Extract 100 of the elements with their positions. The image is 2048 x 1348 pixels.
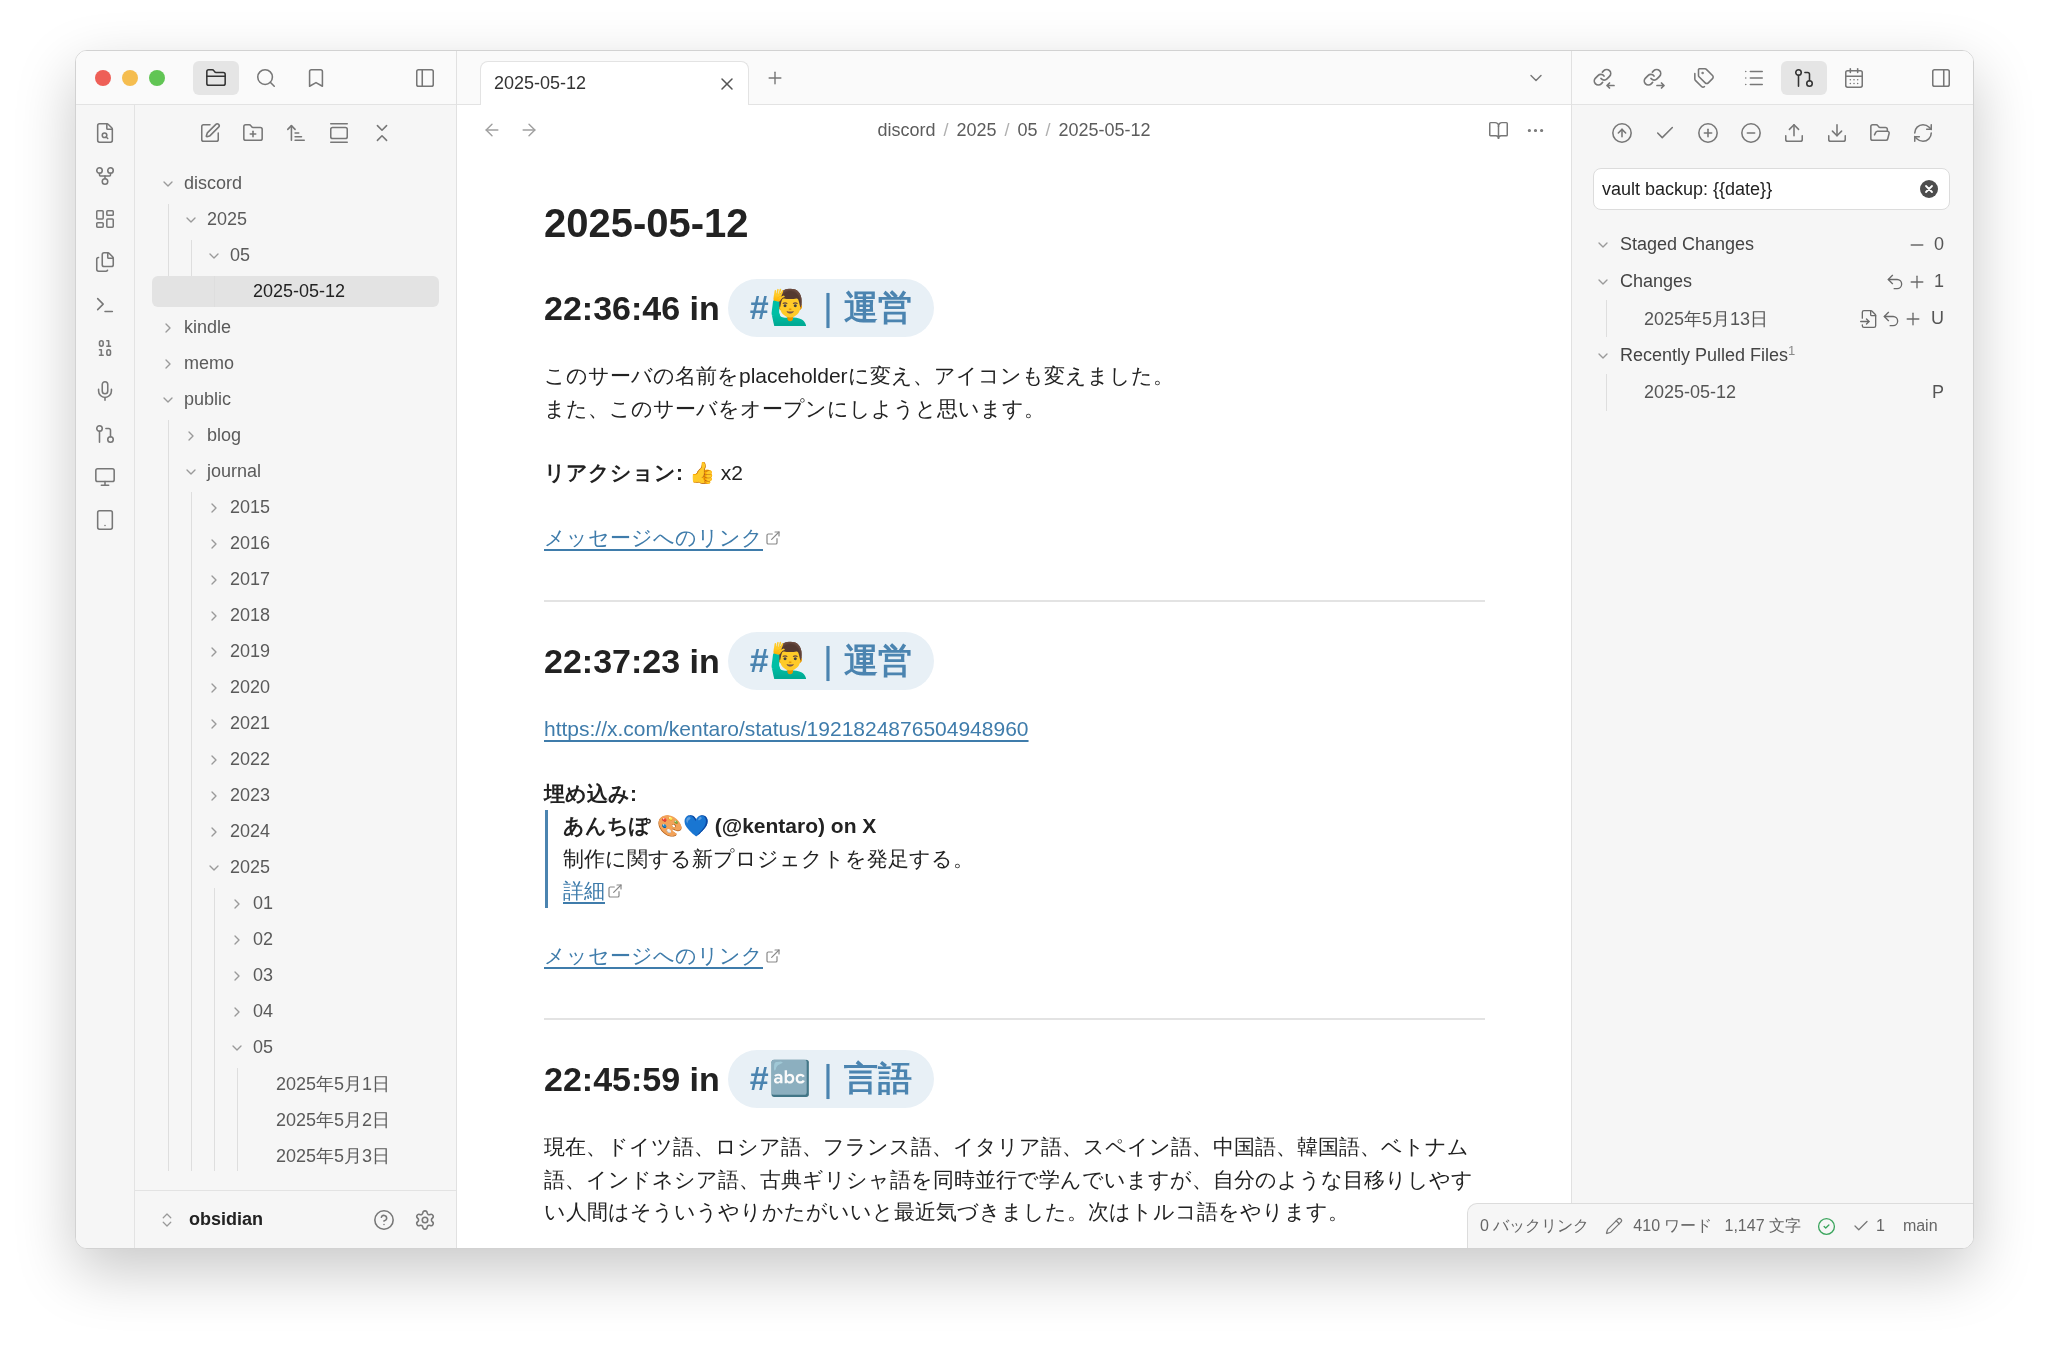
paragraph-line: このサーバの名前をplaceholderに変え、アイコンも変えました。 — [544, 363, 1175, 389]
section-heading: 22:36:46 in — [544, 288, 720, 328]
monitor-icon[interactable] — [94, 466, 116, 488]
edit-icon[interactable] — [198, 122, 221, 144]
folder-plus-icon[interactable] — [241, 122, 264, 144]
folder-item[interactable]: 2018 — [152, 600, 439, 631]
file-item[interactable]: 2025年5月3日 — [152, 1140, 439, 1171]
external-link-icon — [607, 883, 623, 900]
folder-item[interactable]: 01 — [152, 888, 439, 919]
upload-icon[interactable] — [1783, 122, 1805, 144]
changed-file[interactable]: 2025年5月13日 — [1644, 306, 1769, 331]
breadcrumb-separator: / — [1004, 119, 1010, 141]
commit-message-field[interactable]: vault backup: {{date}} — [1593, 168, 1950, 210]
clear-icon[interactable] — [1920, 180, 1938, 198]
change-count: 0 — [1934, 234, 1944, 255]
file-search-icon[interactable] — [94, 122, 116, 144]
zoom-button[interactable] — [149, 69, 165, 86]
folder-item[interactable]: 2019 — [152, 636, 439, 667]
folder-item[interactable]: memo — [152, 348, 439, 379]
embed-description: 制作に関する新プロジェクトを発足する。 — [563, 845, 975, 872]
details-link[interactable]: 詳細 — [563, 875, 623, 908]
folder-item[interactable]: 2023 — [152, 780, 439, 811]
git-branch-icon[interactable] — [94, 423, 116, 445]
folder-item[interactable]: 2025 — [152, 852, 439, 883]
download-icon[interactable] — [1826, 122, 1848, 144]
file-item[interactable]: 2025年5月1日 — [152, 1068, 439, 1099]
file-item[interactable]: 2025-05-12 — [152, 276, 439, 307]
pencil-icon[interactable] — [1605, 1217, 1624, 1235]
external-link-icon — [765, 529, 781, 546]
folder-icon[interactable] — [1869, 122, 1891, 144]
section-heading: 22:45:59 in — [544, 1059, 720, 1099]
folder-item[interactable]: 2024 — [152, 816, 439, 847]
folder-item[interactable]: public — [152, 384, 439, 415]
paragraph: リアクション: 👍 x2 — [544, 460, 744, 486]
folder-item[interactable]: 2016 — [152, 528, 439, 559]
message-link[interactable]: メッセージへのリンク — [544, 939, 781, 972]
folder-item[interactable]: 2025 — [152, 204, 439, 235]
close-button[interactable] — [95, 69, 111, 86]
refresh-icon[interactable] — [1912, 122, 1934, 144]
breadcrumb-item[interactable]: 2025-05-12 — [1058, 119, 1151, 141]
folder-item[interactable]: 04 — [152, 996, 439, 1027]
vault-name[interactable]: obsidian — [189, 1209, 263, 1230]
branch-name[interactable]: main — [1902, 1217, 1938, 1235]
embed-title: あんちぽ 🎨💙 (@kentaro) on X — [563, 813, 878, 840]
folder-item[interactable]: journal — [152, 456, 439, 487]
folder-item[interactable]: 2022 — [152, 744, 439, 775]
file-arrow-icon[interactable] — [1859, 308, 1879, 329]
sidebar-tab[interactable] — [193, 60, 239, 95]
breadcrumb-item[interactable]: discord — [877, 119, 936, 141]
tab[interactable]: 2025-05-12 — [480, 61, 749, 105]
embed-label: 埋め込み: — [544, 780, 638, 807]
tags-icon — [1693, 66, 1715, 89]
help-icon[interactable] — [373, 1208, 395, 1231]
folder-item[interactable]: 2021 — [152, 708, 439, 739]
files-icon[interactable] — [94, 251, 116, 273]
folder-item[interactable]: 05 — [152, 1032, 439, 1063]
folder-item[interactable]: 2017 — [152, 564, 439, 595]
sidebar-tab[interactable] — [1781, 60, 1827, 95]
breadcrumb-separator: / — [1045, 119, 1051, 141]
channel-tag[interactable]: #🙋‍♂｜運営 — [727, 632, 934, 690]
note-title: 2025-05-12 — [544, 200, 750, 247]
paragraph: 現在、ドイツ語、ロシア語、フランス語、イタリア語、スペイン語、中国語、韓国語、ベトナム語、インドネシア語、古典ギリシャ語を同時並行で学んでいますが、自分のような目移りしやすい人間はそういうやりかたがいいと最近気づきました。次はトルコ語をやります。 — [544, 1134, 1474, 1225]
external-link-icon — [765, 947, 781, 964]
plus-circle-icon[interactable] — [1697, 122, 1719, 144]
change-count: 1 — [1934, 271, 1944, 292]
minus-circle-icon[interactable] — [1740, 122, 1762, 144]
sidebar-toggle-icon[interactable] — [414, 66, 436, 89]
group-toggle[interactable]: Changes — [1595, 271, 1693, 292]
message-link[interactable]: メッセージへのリンク — [544, 521, 781, 554]
arrow-up-circle-icon[interactable] — [1611, 122, 1633, 144]
changed-file[interactable]: 2025-05-12 — [1644, 382, 1737, 403]
folder-item[interactable]: 2015 — [152, 492, 439, 523]
group-toggle[interactable]: Recently Pulled Files — [1595, 345, 1789, 366]
file-item[interactable]: 2025年5月2日 — [152, 1104, 439, 1135]
folder-item[interactable]: 2020 — [152, 672, 439, 703]
sidebar-toggle-icon[interactable] — [1930, 66, 1952, 89]
character-count: 1,147 文字 — [1724, 1215, 1801, 1236]
url-link[interactable]: https://x.com/kentaro/status/1921824876504948960 — [544, 713, 1029, 746]
breadcrumb-item[interactable]: 05 — [1017, 119, 1038, 141]
settings-icon[interactable] — [414, 1208, 436, 1231]
breadcrumb-item[interactable]: 2025 — [956, 119, 997, 141]
folder-item[interactable]: blog — [152, 420, 439, 451]
layout-grid-icon[interactable] — [94, 208, 116, 230]
channel-tag[interactable]: #🙋‍♂｜運営 — [727, 279, 934, 337]
channel-tag[interactable]: #🔤｜言語 — [727, 1050, 934, 1108]
search-icon — [255, 66, 277, 89]
folder-item[interactable]: 05 — [152, 240, 439, 271]
fork-icon[interactable] — [94, 165, 116, 187]
gallery-icon[interactable] — [327, 122, 350, 144]
folder-item[interactable]: 02 — [152, 924, 439, 955]
folder-item[interactable]: discord — [152, 168, 439, 199]
backlink-count[interactable]: 0 バックリンク — [1480, 1215, 1590, 1237]
folder-item[interactable]: 03 — [152, 960, 439, 991]
tablet-icon[interactable] — [94, 509, 116, 531]
book-icon[interactable] — [1488, 119, 1509, 141]
sort-icon[interactable] — [284, 122, 307, 144]
folder-item[interactable]: kindle — [152, 312, 439, 343]
group-toggle[interactable]: Staged Changes — [1595, 234, 1755, 255]
check-circle-icon[interactable] — [1816, 1216, 1836, 1236]
paragraph-line: また、このサーバをオープンにしようと思います。 — [544, 395, 1046, 422]
